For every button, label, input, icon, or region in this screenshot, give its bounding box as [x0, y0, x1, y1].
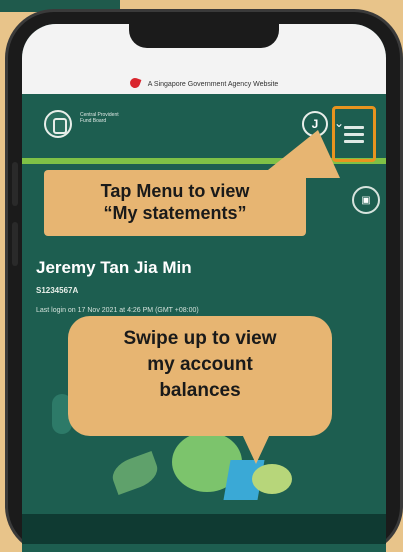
decorative-leaf [252, 464, 292, 494]
lion-head-icon [128, 76, 142, 90]
phone-notch [129, 24, 279, 48]
decorative-illustration [22, 394, 386, 524]
profile-name: Jeremy Tan Jia Min [36, 258, 192, 277]
phone-frame: A Singapore Government Agency Website Ce… [8, 12, 400, 552]
callout-menu-line1: Tap Menu to view [100, 181, 250, 201]
menu-callout: Tap Menu to view “My statements” [44, 130, 388, 236]
gov-banner-text: A Singapore Government Agency Website [147, 81, 279, 88]
callout-menu-line2: “My statements” [103, 203, 247, 223]
callout-swipe-line3: balances [159, 380, 241, 401]
callout-swipe-line1: Swipe up to view [123, 328, 277, 349]
phone-side-button [12, 162, 18, 206]
profile-id: S1234567A [36, 286, 79, 295]
phone-screen: A Singapore Government Agency Website Ce… [22, 24, 386, 552]
cpf-logo-icon[interactable] [44, 110, 72, 138]
callout-pointer [242, 434, 270, 464]
bottom-sheet-edge[interactable] [22, 514, 386, 544]
document-icon[interactable]: ▣ [352, 186, 380, 214]
decorative-leaf [108, 451, 162, 495]
logo-text: Central Provident Fund Board [80, 112, 119, 124]
menu-line [344, 125, 364, 129]
callout-swipe-line2: my account [147, 354, 253, 375]
swipe-callout: Swipe up to view my account balances [68, 316, 332, 464]
last-login-text: Last login on 17 Nov 2021 at 4:26 PM (GM… [36, 307, 199, 314]
corner-tab [0, 0, 120, 12]
phone-side-button [12, 222, 18, 266]
